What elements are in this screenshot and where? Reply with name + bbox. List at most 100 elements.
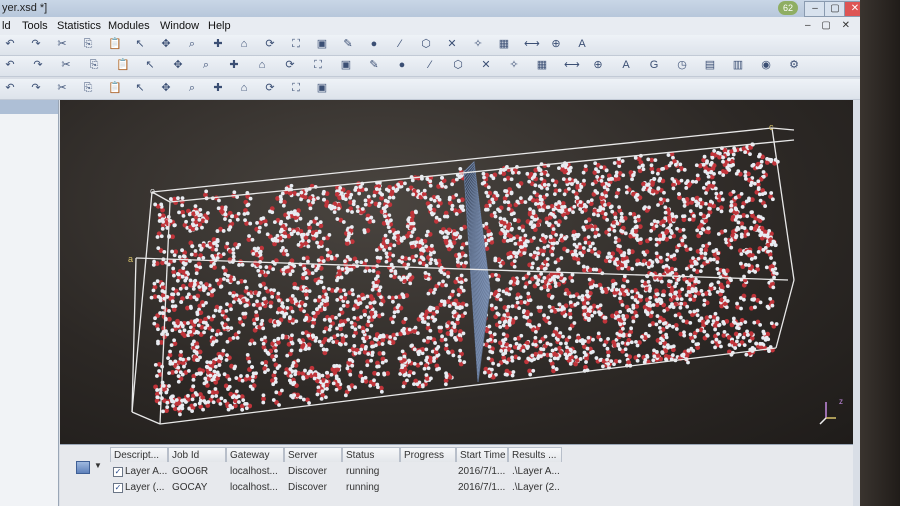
chart-icon[interactable]: ◷ [676, 59, 688, 71]
measure-icon[interactable]: ⟷ [524, 38, 540, 50]
menu-statistics[interactable]: Statistics [57, 17, 101, 35]
cut-icon[interactable]: ✂ [56, 38, 68, 50]
sort-icon[interactable]: ✂ [60, 59, 72, 71]
molecule-icon[interactable]: ✕ [480, 59, 492, 71]
grid-icon[interactable]: ▦ [498, 38, 510, 50]
fx-icon[interactable]: ✥ [172, 59, 184, 71]
rotate-icon[interactable]: ⟳ [284, 59, 296, 71]
graph-icon[interactable]: ▥ [732, 59, 744, 71]
mdi-controls[interactable]: – ▢ ✕ [805, 17, 854, 35]
clock-icon[interactable]: A [620, 59, 632, 71]
fit-icon[interactable]: ⛶ [290, 38, 302, 50]
menu-build[interactable]: ld [2, 17, 11, 35]
rotate-icon[interactable]: ⟳ [264, 38, 276, 50]
layer-icon[interactable]: ⬡ [452, 59, 464, 71]
screenshot-icon[interactable]: ▣ [316, 38, 328, 50]
vector-icon[interactable]: ✧ [508, 59, 520, 71]
scissor-icon[interactable]: ◉ [760, 59, 772, 71]
col-job-id[interactable]: Job Id [168, 447, 226, 462]
job-table-icon[interactable] [76, 461, 90, 474]
align-icon[interactable]: ↷ [32, 59, 44, 71]
first-icon[interactable]: ✥ [160, 82, 172, 94]
molecular-scene[interactable]: o a c z [60, 100, 853, 444]
molecule-red-icon[interactable]: ✂ [56, 82, 68, 94]
bond-icon[interactable]: ⁄ [394, 38, 406, 50]
surface-icon[interactable]: ● [396, 59, 408, 71]
color-icon[interactable]: ▦ [536, 59, 548, 71]
toolbar-animation: ↶ ↷ ✂ ⎘ 📋 ↖ ✥ ⌕ ✚ ⌂ ⟳ ⛶ ▣ [0, 79, 860, 100]
select-icon[interactable]: ⌕ [200, 59, 212, 71]
row-2-description[interactable]: Layer (... [125, 482, 167, 494]
redo-icon[interactable]: ↷ [30, 38, 42, 50]
row-2-results[interactable]: .\Layer (2... [512, 482, 560, 494]
col-server[interactable]: Server [284, 447, 342, 462]
col-gateway[interactable]: Gateway [226, 447, 284, 462]
last-icon[interactable]: ⟳ [264, 82, 276, 94]
project-explorer-tab[interactable] [0, 100, 58, 114]
ring-icon[interactable]: ⬡ [420, 38, 432, 50]
col-start-time[interactable]: Start Time [456, 447, 508, 462]
menu-modules[interactable]: Modules [108, 17, 150, 35]
delete-icon[interactable]: ✕ [446, 38, 458, 50]
crystal-icon[interactable]: ✎ [368, 59, 380, 71]
zoom-icon[interactable]: ✚ [228, 59, 240, 71]
row-1-description[interactable]: Layer A... [125, 466, 167, 478]
menu-help[interactable]: Help [208, 17, 231, 35]
atom-icon[interactable]: ● [368, 38, 380, 50]
cell-icon[interactable]: ⁄ [424, 59, 436, 71]
copy-icon[interactable]: ⎘ [82, 38, 94, 50]
prev-icon[interactable]: ⌕ [186, 82, 198, 94]
pencil-icon[interactable]: ✎ [342, 38, 354, 50]
close-button[interactable]: ✕ [844, 1, 860, 17]
row-1-checkbox[interactable]: ✓ [113, 467, 123, 477]
cycle-icon[interactable]: ▣ [316, 82, 328, 94]
script-icon[interactable]: ⎘ [82, 82, 94, 94]
3d-structure-viewer[interactable]: o a c z [60, 100, 853, 444]
col-status[interactable]: Status [342, 447, 400, 462]
pattern-icon[interactable]: ⟷ [564, 59, 580, 71]
label-icon[interactable]: A [576, 38, 588, 50]
move-icon[interactable]: ✥ [160, 38, 172, 50]
gear-icon[interactable]: ⚙ [788, 59, 800, 71]
symmetry-icon[interactable]: ⊕ [550, 38, 562, 50]
window-title: yer.xsd *] [2, 2, 48, 14]
rebuild-icon[interactable]: ▣ [340, 59, 352, 71]
notification-badge[interactable]: 62 [778, 1, 798, 15]
sphere-blue-icon[interactable]: ↶ [4, 82, 16, 94]
row-1-results[interactable]: .\Layer A... [512, 466, 560, 478]
col-progress[interactable]: Progress [400, 447, 456, 462]
project-explorer-panel[interactable] [0, 100, 59, 506]
menu-tools[interactable]: Tools [22, 17, 48, 35]
next-icon[interactable]: ⌂ [238, 82, 250, 94]
row-2-checkbox[interactable]: ✓ [113, 483, 123, 493]
chevron-down-icon[interactable]: ▼ [94, 461, 102, 470]
undo-icon[interactable]: ↶ [4, 38, 16, 50]
stop-icon[interactable]: ✚ [212, 82, 224, 94]
record-icon[interactable]: ⛶ [290, 82, 302, 94]
zoom-icon[interactable]: ⌕ [186, 38, 198, 50]
minimize-button[interactable]: – [804, 1, 826, 17]
sphere-icon[interactable]: ▤ [704, 59, 716, 71]
pan-icon[interactable]: ✚ [212, 38, 224, 50]
home-icon[interactable]: ⌂ [238, 38, 250, 50]
col-description[interactable]: Descript... [110, 447, 168, 462]
menu-window[interactable]: Window [160, 17, 199, 35]
clean-icon[interactable]: ✧ [472, 38, 484, 50]
molecule-icon[interactable]: ↷ [30, 82, 42, 94]
table-icon[interactable]: G [648, 59, 660, 71]
center-icon[interactable]: ⛶ [312, 59, 324, 71]
lock-icon[interactable]: 📋 [116, 59, 130, 71]
display-icon[interactable]: ↶ [4, 59, 16, 71]
pointer-icon[interactable]: ↖ [134, 38, 146, 50]
row-1-job-id: GOO6R [172, 466, 209, 477]
maximize-button[interactable]: ▢ [824, 1, 846, 17]
image-icon[interactable]: ↖ [144, 59, 156, 71]
translate-icon[interactable]: ⌂ [256, 59, 268, 71]
G-icon[interactable]: ⊕ [592, 59, 604, 71]
sketch-icon[interactable]: ⎘ [88, 59, 100, 71]
col-results[interactable]: Results ... [508, 447, 562, 462]
loop-icon[interactable]: ↖ [134, 82, 146, 94]
row-2-job-id: GOCAY [172, 482, 208, 493]
paste-icon[interactable]: 📋 [108, 38, 122, 50]
play-icon[interactable]: 📋 [108, 82, 122, 94]
